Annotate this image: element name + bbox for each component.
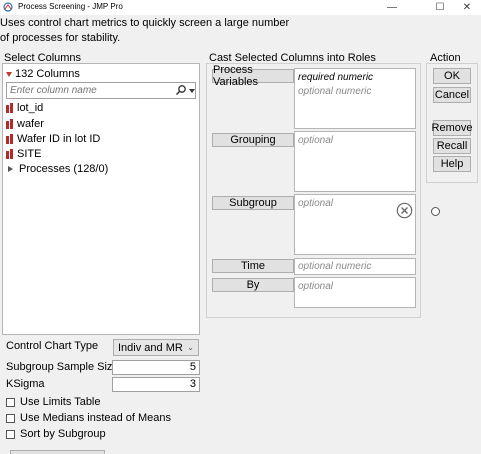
partially-visible-button[interactable] <box>10 450 105 454</box>
close-button[interactable]: ✕ <box>453 0 481 15</box>
dialog-description: Uses control chart metrics to quickly sc… <box>0 17 290 44</box>
role-hint: optional numeric <box>298 86 372 97</box>
cancel-button[interactable]: Cancel <box>433 87 471 103</box>
column-item[interactable]: Wafer ID in lot ID <box>6 131 100 147</box>
control-chart-type-dropdown[interactable]: Indiv and MR ⌄ <box>113 339 199 356</box>
subgroup-button[interactable]: Subgroup <box>212 196 294 210</box>
column-count-row[interactable]: 132 Columns <box>6 66 80 82</box>
column-item[interactable]: wafer <box>6 116 44 132</box>
control-chart-type-label: Control Chart Type <box>6 340 99 352</box>
role-hint: optional <box>298 198 334 209</box>
continuous-column-icon <box>6 103 14 113</box>
use-limits-table-checkbox[interactable]: Use Limits Table <box>6 396 101 408</box>
column-search-input[interactable] <box>7 83 167 98</box>
column-name: lot_id <box>17 102 44 114</box>
search-options-dropdown-icon[interactable] <box>189 89 195 93</box>
process-variables-role-box[interactable]: required numeric optional numeric <box>294 68 416 129</box>
search-icon[interactable] <box>175 84 187 99</box>
continuous-column-icon <box>6 149 14 159</box>
use-medians-checkbox[interactable]: Use Medians instead of Means <box>6 412 171 424</box>
role-hint: required numeric <box>298 72 374 83</box>
expand-triangle-icon[interactable] <box>8 166 13 172</box>
collapse-triangle-icon[interactable] <box>6 71 12 77</box>
column-count: 132 Columns <box>15 68 80 80</box>
help-button[interactable]: Help <box>433 156 471 172</box>
remove-button[interactable]: Remove <box>432 120 472 136</box>
recall-button[interactable]: Recall <box>433 138 471 154</box>
time-button[interactable]: Time <box>212 259 294 273</box>
column-name: Wafer ID in lot ID <box>17 133 101 145</box>
ok-button[interactable]: OK <box>433 68 471 84</box>
column-name: SITE <box>17 148 42 160</box>
jmp-app-icon <box>3 2 13 12</box>
subgroup-sample-size-field[interactable]: 5 <box>112 360 200 375</box>
title-bar: Process Screening - JMP Pro — ☐ ✕ <box>0 0 481 15</box>
control-chart-type-value: Indiv and MR <box>118 341 183 354</box>
maximize-button[interactable]: ☐ <box>426 0 454 15</box>
role-hint: optional <box>298 135 334 146</box>
remove-circle-x-icon[interactable] <box>396 202 413 222</box>
role-hint: optional <box>298 281 334 292</box>
column-group-name: Processes (128/0) <box>19 163 109 175</box>
by-button[interactable]: By <box>212 278 294 292</box>
column-item[interactable]: SITE <box>6 146 41 162</box>
role-hint: optional numeric <box>298 261 372 272</box>
sort-by-subgroup-checkbox[interactable]: Sort by Subgroup <box>6 428 106 440</box>
checkbox-label: Sort by Subgroup <box>20 428 106 440</box>
column-search-box[interactable] <box>6 82 196 99</box>
continuous-column-icon <box>6 119 14 129</box>
minimize-button[interactable]: — <box>378 0 406 15</box>
checkbox-box[interactable] <box>6 397 15 407</box>
by-role-box[interactable]: optional <box>294 277 416 308</box>
column-item[interactable]: lot_id <box>6 100 43 116</box>
chevron-down-icon: ⌄ <box>187 343 194 352</box>
checkbox-box[interactable] <box>6 429 15 439</box>
checkbox-label: Use Limits Table <box>20 396 101 408</box>
ksigma-label: KSigma <box>6 378 45 390</box>
column-group-item[interactable]: Processes (128/0) <box>8 161 108 177</box>
ksigma-field[interactable]: 3 <box>112 377 200 392</box>
checkbox-box[interactable] <box>6 413 15 423</box>
subgroup-sample-size-label: Subgroup Sample Size <box>6 361 119 373</box>
column-name: wafer <box>17 118 44 130</box>
grouping-role-box[interactable]: optional <box>294 131 416 192</box>
window-title: Process Screening - JMP Pro <box>18 2 123 11</box>
process-variables-button[interactable]: Process Variables <box>212 64 294 88</box>
checkbox-label: Use Medians instead of Means <box>20 412 172 424</box>
continuous-column-icon <box>6 134 14 144</box>
radio-button[interactable] <box>431 207 440 216</box>
time-role-box[interactable]: optional numeric <box>294 258 416 275</box>
grouping-button[interactable]: Grouping <box>212 133 294 147</box>
